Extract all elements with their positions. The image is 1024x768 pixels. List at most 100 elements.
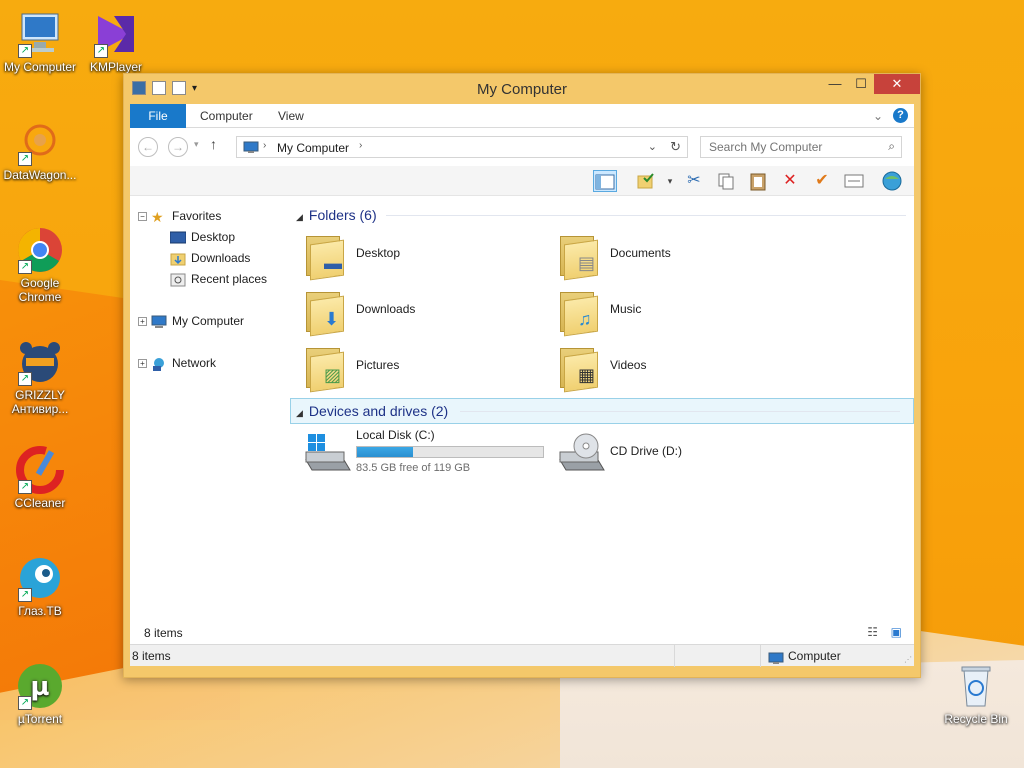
group-divider: [460, 411, 900, 412]
select-folder-icon[interactable]: [634, 170, 658, 192]
computer-small-icon: [151, 315, 167, 329]
desktop-icon-label: KMPlayer: [89, 60, 142, 74]
drive-tile-cd-drive[interactable]: CD Drive (D:): [558, 428, 808, 480]
folder-videos-icon: ▦: [558, 344, 600, 393]
address-dropdown-icon[interactable]: ⌄: [648, 140, 657, 153]
globe-icon[interactable]: [880, 170, 904, 192]
desktop-icon-utorrent[interactable]: µ ↗ µTorrent: [0, 662, 80, 726]
desktop-icon-label: CCleaner: [14, 496, 66, 510]
desktop-icon-label: My Computer: [3, 60, 77, 74]
grizzly-icon: ↗: [16, 338, 64, 386]
command-toolbar: ▾ ✂ ✕ ✔: [130, 166, 914, 196]
desktop-icon-glaz-tv[interactable]: ↗ Глаз.ТВ: [0, 554, 80, 618]
drive-tile-local-disk[interactable]: Local Disk (C:) 83.5 GB free of 119 GB: [304, 428, 554, 480]
hard-drive-icon: [304, 430, 351, 476]
tree-item-network[interactable]: + Network: [138, 354, 216, 372]
ribbon-tabs: File Computer View ⌄ ?: [130, 104, 914, 128]
folder-tile-videos[interactable]: ▦ Videos: [558, 342, 808, 394]
collapse-group-icon[interactable]: ◢: [296, 408, 303, 418]
preview-pane-icon: [595, 174, 615, 190]
desktop-icon-recycle-bin[interactable]: Recycle Bin: [936, 662, 1016, 726]
checkmark-icon[interactable]: ✔: [810, 170, 834, 192]
minimize-button[interactable]: —: [822, 74, 848, 94]
folder-documents-icon: ▤: [558, 232, 600, 281]
back-button[interactable]: ←: [138, 137, 158, 157]
help-icon[interactable]: ?: [893, 108, 908, 123]
content-pane: ◢ Folders (6) ▬ Desktop ▤ Documents ⬇ Dow…: [290, 196, 914, 644]
folder-tile-documents[interactable]: ▤ Documents: [558, 230, 808, 282]
computer-small-icon: [768, 650, 784, 672]
recent-places-icon: [170, 273, 186, 287]
item-count: 8 items: [144, 626, 183, 640]
collapse-group-icon[interactable]: ◢: [296, 212, 303, 222]
star-icon: ★: [151, 208, 164, 225]
network-icon: [151, 357, 167, 371]
details-view-icon[interactable]: ☷: [867, 625, 878, 639]
group-divider: [386, 215, 906, 216]
rename-icon[interactable]: [842, 170, 866, 192]
chevron-down-icon[interactable]: ▾: [658, 170, 682, 192]
search-input[interactable]: [707, 138, 877, 156]
breadcrumb-my-computer[interactable]: My Computer: [277, 141, 349, 155]
expand-icon[interactable]: +: [138, 317, 147, 327]
cut-icon[interactable]: ✂: [682, 170, 706, 192]
tab-view[interactable]: View: [264, 104, 318, 128]
breadcrumb-chevron-icon[interactable]: ›: [359, 140, 362, 151]
delete-icon[interactable]: ✕: [778, 170, 802, 192]
desktop-icon-datawagon[interactable]: ↗ DataWagon...: [0, 118, 80, 182]
preview-pane-button[interactable]: [593, 170, 617, 192]
folder-tile-desktop[interactable]: ▬ Desktop: [304, 230, 554, 282]
title-bar[interactable]: ▾ My Computer — ☐ ✕: [124, 74, 920, 104]
refresh-icon[interactable]: ↻: [670, 139, 681, 155]
tab-file[interactable]: File: [130, 104, 186, 128]
explorer-window: ▾ My Computer — ☐ ✕ File Computer View ⌄…: [123, 73, 921, 678]
expand-ribbon-icon[interactable]: ⌄: [873, 109, 883, 123]
computer-small-icon: [243, 141, 259, 153]
tree-item-my-computer[interactable]: + My Computer: [138, 312, 244, 330]
desktop-icon-label: µTorrent: [17, 712, 63, 726]
navigation-pane: − ★ Favorites Desktop Downloads Recent pla…: [130, 196, 290, 644]
desktop-icon-label: GRIZZLY Антивир...: [11, 388, 69, 416]
tree-item-downloads[interactable]: Downloads: [170, 249, 250, 267]
ccleaner-icon: ↗: [16, 446, 64, 494]
status-divider: [760, 645, 761, 667]
desktop-icon-label: DataWagon...: [3, 168, 77, 182]
my-computer-icon: ↗: [16, 10, 64, 58]
desktop-icon-grizzly[interactable]: ↗ GRIZZLY Антивир...: [0, 338, 80, 416]
address-bar[interactable]: › My Computer › ⌄ ↻: [236, 136, 688, 158]
collapse-icon[interactable]: −: [138, 212, 147, 222]
folder-tile-music[interactable]: ♫ Music: [558, 286, 808, 338]
group-header-devices[interactable]: ◢ Devices and drives (2): [290, 400, 448, 422]
close-button[interactable]: ✕: [874, 74, 920, 94]
svg-text:µ: µ: [30, 672, 49, 702]
copy-icon[interactable]: [714, 170, 738, 192]
tab-computer[interactable]: Computer: [186, 104, 267, 128]
tree-item-favorites[interactable]: − ★ Favorites: [138, 207, 221, 225]
folder-tile-pictures[interactable]: ▨ Pictures: [304, 342, 554, 394]
forward-button[interactable]: →: [168, 137, 188, 157]
paste-icon[interactable]: [746, 170, 770, 192]
up-button[interactable]: ↑: [210, 136, 217, 152]
recycle-bin-icon: [952, 662, 1000, 710]
maximize-button[interactable]: ☐: [848, 74, 874, 94]
search-icon[interactable]: ⌕: [888, 139, 895, 154]
search-box: ⌕: [700, 136, 902, 158]
desktop-icon-chrome[interactable]: ↗ Google Chrome: [0, 226, 80, 304]
datawagon-icon: ↗: [16, 118, 64, 166]
desktop-icon-my-computer[interactable]: ↗ My Computer: [0, 10, 80, 74]
breadcrumb-chevron-icon: ›: [263, 140, 267, 151]
folder-desktop-icon: ▬: [304, 232, 346, 281]
recent-locations-icon[interactable]: ▾: [194, 139, 199, 150]
utorrent-icon: µ ↗: [16, 662, 64, 710]
cd-drive-icon: [558, 430, 605, 476]
tree-item-desktop[interactable]: Desktop: [169, 228, 235, 246]
desktop-icon-kmplayer[interactable]: ↗ KMPlayer: [76, 10, 156, 74]
resize-grip-icon[interactable]: ⋰: [904, 649, 912, 671]
desktop-icon-ccleaner[interactable]: ↗ CCleaner: [0, 446, 80, 510]
tree-item-recent-places[interactable]: Recent places: [170, 270, 267, 288]
group-header-folders[interactable]: ◢ Folders (6): [290, 204, 377, 226]
navigation-bar: ← → ▾ ↑ › My Computer › ⌄ ↻ ⌕: [130, 128, 914, 166]
large-icons-view-icon[interactable]: ▣: [891, 625, 902, 639]
folder-tile-downloads[interactable]: ⬇ Downloads: [304, 286, 554, 338]
expand-icon[interactable]: +: [138, 359, 147, 369]
